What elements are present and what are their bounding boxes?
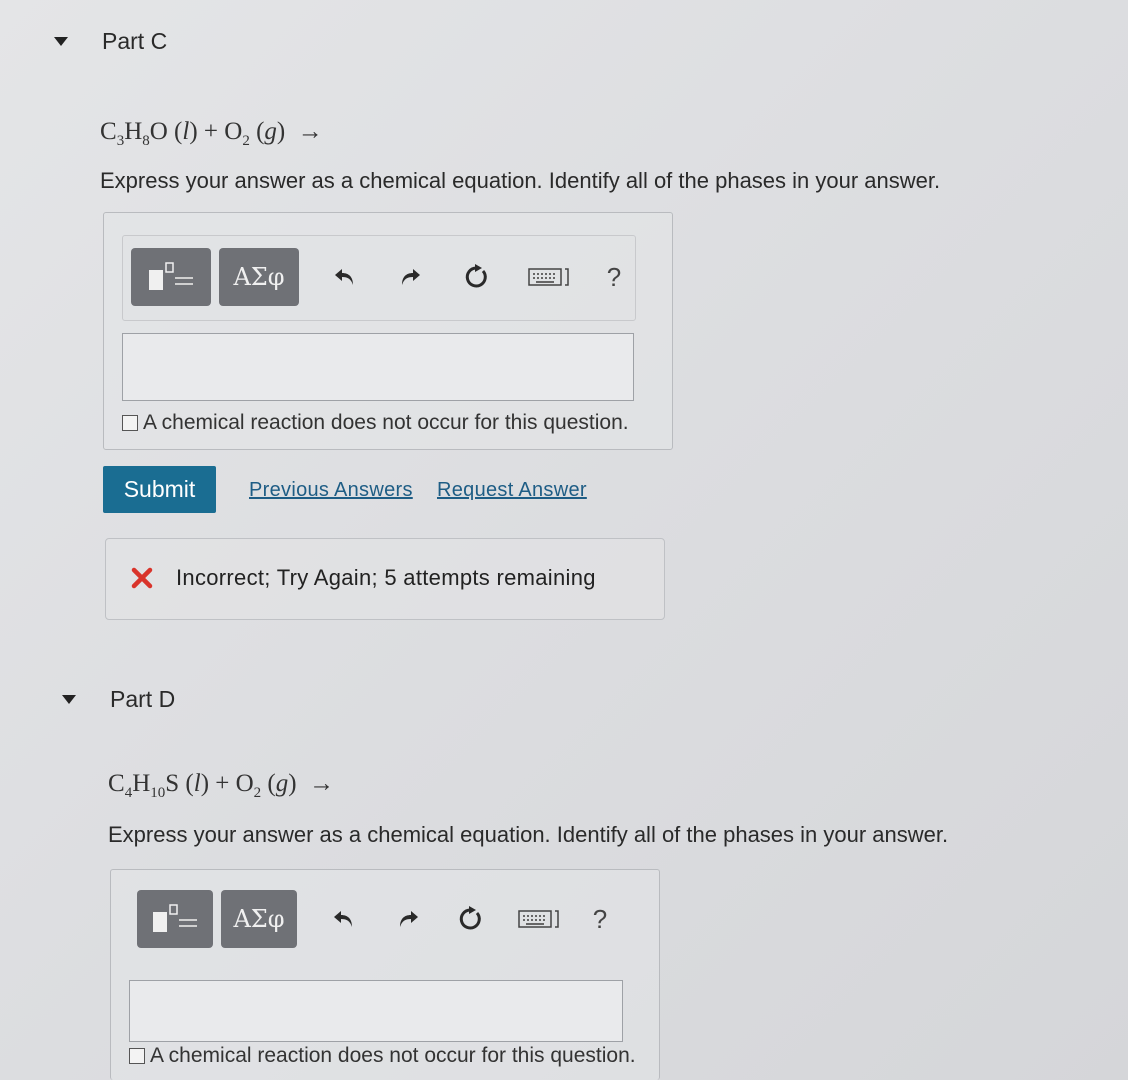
- part-d-header[interactable]: Part D: [62, 686, 175, 713]
- part-d-no-reaction-option[interactable]: A chemical reaction does not occur for t…: [129, 1044, 636, 1068]
- no-reaction-label: A chemical reaction does not occur for t…: [150, 1044, 636, 1067]
- no-reaction-checkbox[interactable]: [122, 415, 138, 431]
- collapse-caret-icon[interactable]: [54, 37, 68, 46]
- part-d-answer-input[interactable]: [129, 980, 623, 1042]
- submit-button[interactable]: Submit: [103, 466, 216, 513]
- undo-icon[interactable]: [328, 260, 362, 294]
- part-c-equation: C3H8O (l) + O2 (g) →: [100, 118, 323, 149]
- symbols-button[interactable]: ΑΣφ: [221, 890, 297, 948]
- part-c-no-reaction-option[interactable]: A chemical reaction does not occur for t…: [122, 411, 629, 435]
- incorrect-x-icon: [131, 567, 153, 589]
- part-d-equation: C4H10S (l) + O2 (g) →: [108, 770, 335, 801]
- keyboard-icon[interactable]: [517, 902, 561, 936]
- keyboard-icon[interactable]: [527, 260, 571, 294]
- templates-button[interactable]: [137, 890, 213, 948]
- part-c-title: Part C: [102, 28, 168, 54]
- part-d-instructions: Express your answer as a chemical equati…: [108, 822, 949, 847]
- part-c-header[interactable]: Part C: [54, 28, 167, 55]
- part-c-answer-input[interactable]: [122, 333, 634, 401]
- collapse-caret-icon[interactable]: [62, 695, 76, 704]
- help-icon[interactable]: ?: [597, 260, 631, 294]
- no-reaction-label: A chemical reaction does not occur for t…: [143, 411, 629, 434]
- reset-icon[interactable]: [459, 260, 493, 294]
- part-c-answer-box: ΑΣφ ? A chemical reaction does not occur…: [103, 212, 673, 450]
- template-icon: [149, 902, 201, 936]
- no-reaction-checkbox[interactable]: [129, 1048, 145, 1064]
- templates-button[interactable]: [131, 248, 211, 306]
- redo-icon[interactable]: [391, 902, 425, 936]
- part-c-instructions: Express your answer as a chemical equati…: [100, 168, 941, 193]
- feedback-box: Incorrect; Try Again; 5 attempts remaini…: [105, 538, 665, 620]
- part-c-toolbar: ΑΣφ ?: [122, 235, 636, 321]
- undo-icon[interactable]: [327, 902, 361, 936]
- redo-icon[interactable]: [393, 260, 427, 294]
- template-icon: [145, 260, 197, 294]
- part-d-toolbar: ΑΣφ ?: [129, 878, 641, 962]
- part-d-title: Part D: [110, 686, 176, 712]
- reset-icon[interactable]: [453, 902, 487, 936]
- feedback-message: Incorrect; Try Again; 5 attempts remaini…: [176, 565, 596, 590]
- symbols-button[interactable]: ΑΣφ: [219, 248, 299, 306]
- previous-answers-link[interactable]: Previous Answers: [249, 479, 413, 502]
- help-icon[interactable]: ?: [583, 902, 617, 936]
- part-d-answer-box: ΑΣφ ? A chemical reaction does not occur…: [110, 869, 660, 1080]
- request-answer-link[interactable]: Request Answer: [437, 479, 587, 502]
